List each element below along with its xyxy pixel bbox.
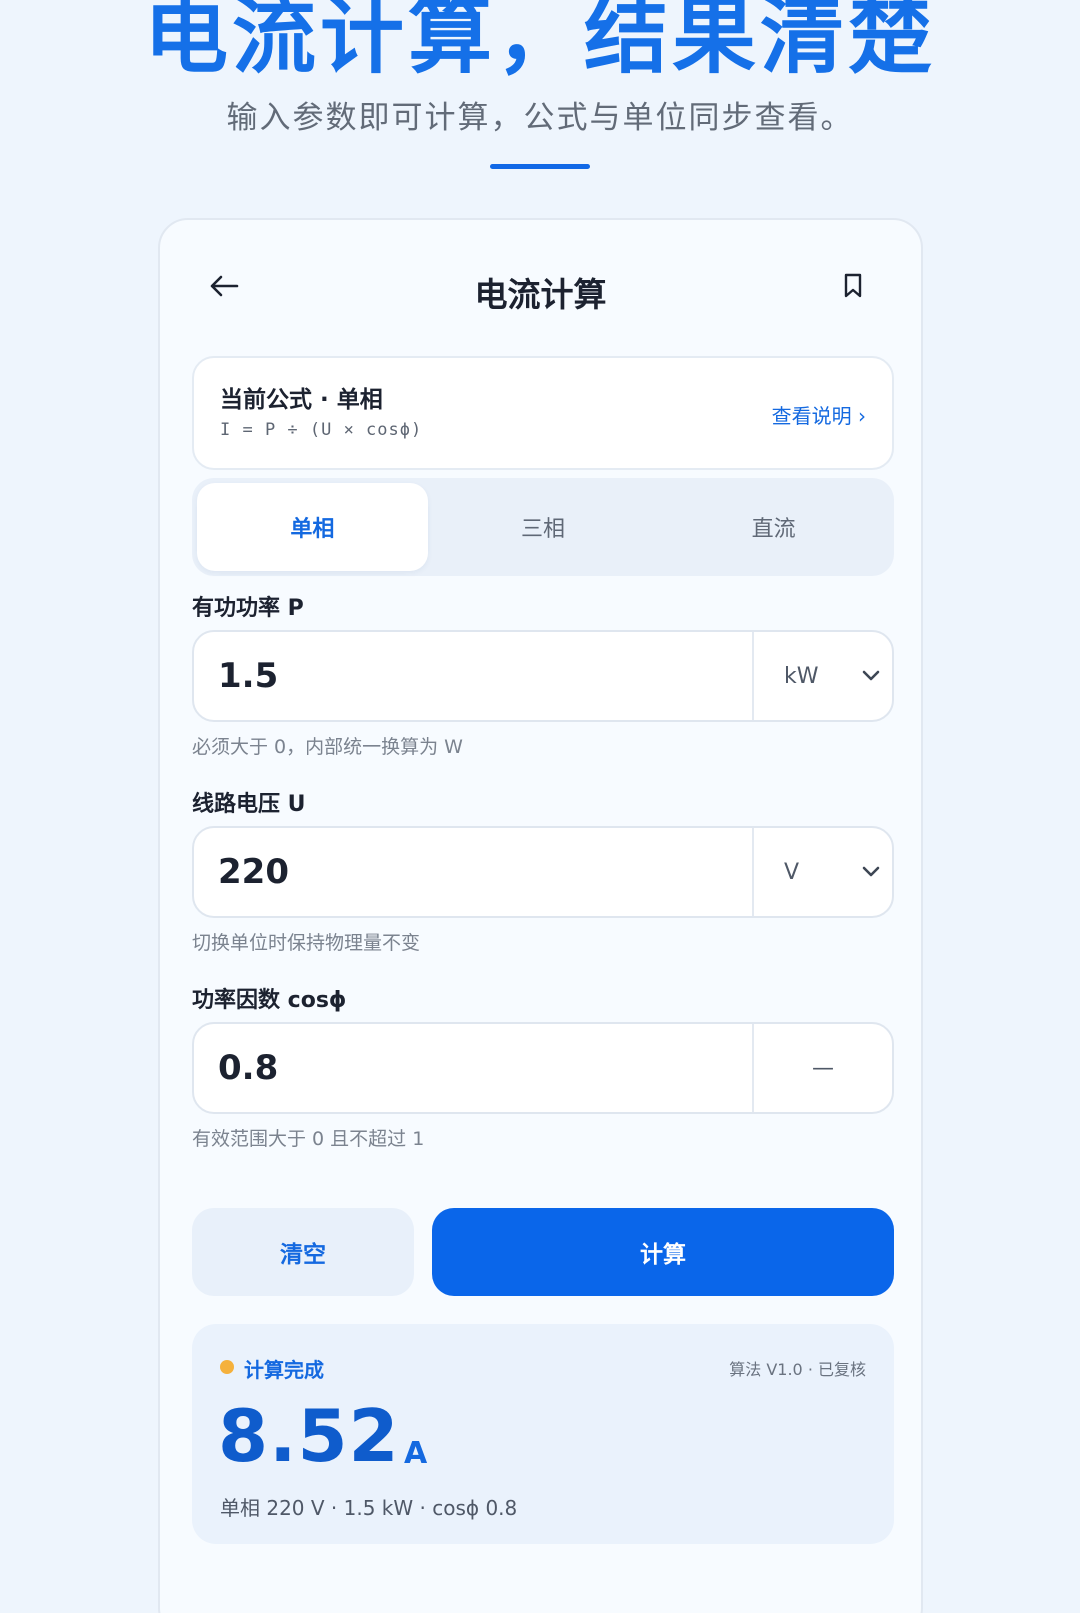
hero-title: 电流计算，结果清楚 [143, 0, 936, 85]
voltage-hint: 切换单位时保持物理量不变 [192, 932, 421, 954]
power-factor-unit-value: — [812, 1055, 834, 1081]
power-field: 1.5 kW [192, 630, 894, 722]
tab-dc[interactable]: 直流 [658, 483, 889, 571]
result-unit: A [404, 1436, 428, 1471]
voltage-label: 线路电压 U [192, 792, 306, 817]
calculator-card: 电流计算 当前公式 · 单相 I = P ÷ (U × cosϕ) 查看说明 ›… [158, 218, 923, 1613]
hero-divider [490, 164, 590, 169]
page: 电流计算，结果清楚 输入参数即可计算，公式与单位同步查看。 电流计算 当前公式 … [0, 0, 1080, 1613]
formula-card: 当前公式 · 单相 I = P ÷ (U × cosϕ) 查看说明 › [192, 356, 894, 470]
result-value: 8.52 [218, 1394, 400, 1478]
power-input[interactable]: 1.5 [194, 632, 752, 720]
result-card: 计算完成 算法 V1.0 · 已复核 8.52 A 单相 220 V · 1.5… [192, 1324, 894, 1544]
tab-single-phase[interactable]: 单相 [197, 483, 428, 571]
result-summary: 单相 220 V · 1.5 kW · cosϕ 0.8 [220, 1496, 518, 1520]
power-factor-hint: 有效范围大于 0 且不超过 1 [192, 1128, 425, 1150]
voltage-input[interactable]: 220 [194, 828, 752, 916]
chevron-down-icon [862, 866, 880, 877]
hero-subtitle: 输入参数即可计算，公式与单位同步查看。 [226, 100, 854, 136]
result-status: 计算完成 [244, 1358, 324, 1382]
voltage-unit-value: V [784, 859, 800, 885]
power-factor-input[interactable]: 0.8 [194, 1024, 752, 1112]
bookmark-button[interactable] [835, 268, 871, 304]
formula-expression: I = P ÷ (U × cosϕ) [220, 420, 423, 440]
formula-title: 当前公式 · 单相 [220, 387, 383, 413]
view-explanation-link[interactable]: 查看说明 › [772, 400, 866, 429]
power-factor-field: 0.8 — [192, 1022, 894, 1114]
phase-tabs: 单相 三相 直流 [192, 478, 894, 576]
card-header: 电流计算 [160, 220, 921, 360]
power-hint: 必须大于 0，内部统一换算为 W [192, 736, 463, 758]
chevron-down-icon [862, 670, 880, 681]
bookmark-icon [844, 273, 862, 298]
algorithm-meta: 算法 V1.0 · 已复核 [729, 1360, 866, 1379]
power-factor-label: 功率因数 cosϕ [192, 988, 347, 1013]
tab-three-phase[interactable]: 三相 [428, 483, 659, 571]
page-title: 电流计算 [474, 275, 607, 314]
power-factor-unit: — [752, 1024, 892, 1112]
power-unit-select[interactable]: kW [752, 632, 892, 720]
voltage-field: 220 V [192, 826, 894, 918]
clear-button[interactable]: 清空 [192, 1208, 414, 1296]
voltage-unit-select[interactable]: V [752, 828, 892, 916]
power-unit-value: kW [784, 663, 819, 689]
status-dot [220, 1360, 234, 1374]
calculate-button[interactable]: 计算 [432, 1208, 894, 1296]
power-label: 有功功率 P [192, 596, 304, 621]
